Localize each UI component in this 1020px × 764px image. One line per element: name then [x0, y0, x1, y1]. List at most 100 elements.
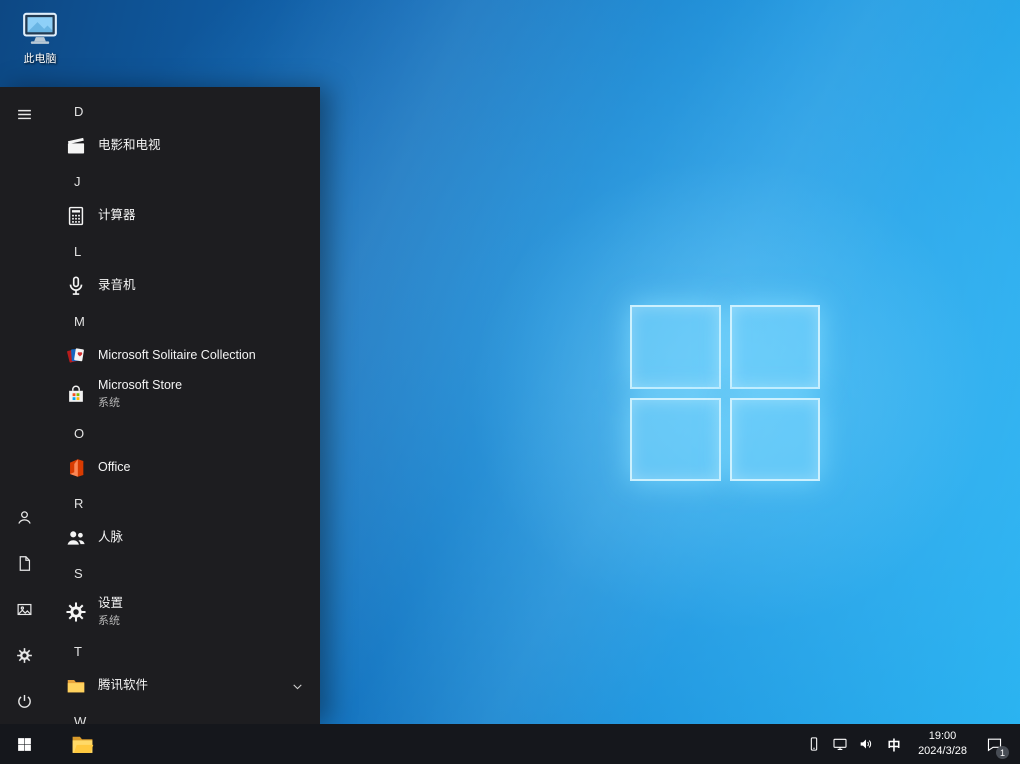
app-name: 设置 [98, 595, 124, 610]
app-text: Office [98, 460, 130, 476]
desktop-icon-label: 此电脑 [23, 53, 57, 65]
app-name: Office [98, 460, 131, 475]
app-item[interactable]: Microsoft Store 系统 [48, 373, 320, 415]
windows-logo-pane [630, 397, 721, 481]
app-item[interactable]: Office [48, 451, 320, 485]
voice-recorder-icon [64, 274, 88, 298]
app-item[interactable]: 录音机 [48, 269, 320, 303]
letter-header-S[interactable]: S [48, 555, 320, 591]
app-name: 录音机 [98, 278, 136, 293]
start-menu-rail [0, 87, 48, 724]
start-menu: D 电影和电视 J 计算器 L 录音机 M Microsoft Solitaire Colle… [0, 87, 320, 724]
letter-header-label: L [74, 243, 82, 259]
rail-power-button[interactable] [0, 678, 48, 724]
app-folder-icon [64, 674, 88, 698]
letter-header-label: T [74, 643, 82, 659]
start-button[interactable] [0, 724, 48, 764]
app-text: 人脉 [98, 530, 123, 546]
app-text: 计算器 [98, 208, 136, 224]
network-icon [832, 736, 848, 752]
taskbar-pinned-apps [62, 724, 102, 764]
gear-icon [16, 647, 33, 664]
wallpaper-windows-logo [630, 305, 820, 481]
app-item[interactable]: 计算器 [48, 199, 320, 233]
letter-header-R[interactable]: R [48, 485, 320, 521]
app-text: 腾讯软件 [98, 678, 148, 694]
input-method-indicator[interactable]: 中 [879, 724, 909, 764]
tray-network-button[interactable] [827, 724, 853, 764]
app-text: Microsoft Store 系统 [98, 378, 182, 411]
taskbar-file-explorer-button[interactable] [62, 724, 102, 764]
app-subtitle: 系统 [98, 615, 120, 628]
letter-header-label: D [74, 103, 84, 119]
windows-logo-pane [729, 397, 820, 481]
tray-device-button[interactable] [801, 724, 827, 764]
app-name: 腾讯软件 [98, 678, 149, 693]
letter-header-D[interactable]: D [48, 93, 320, 129]
settings-gear-icon [64, 600, 88, 624]
letter-header-O[interactable]: O [48, 415, 320, 451]
movies-tv-icon [64, 134, 88, 158]
taskbar-clock[interactable]: 19:00 2024/3/28 [909, 724, 976, 764]
rail-bottom-group [0, 494, 48, 724]
letter-header-label: W [74, 713, 87, 725]
taskbar: 中 19:00 2024/3/28 1 [0, 724, 1020, 764]
windows-logo-icon [16, 736, 33, 753]
app-name: 电影和电视 [98, 138, 161, 153]
power-icon [16, 693, 33, 710]
people-icon [64, 526, 88, 550]
tray-icons-group [801, 724, 879, 764]
letter-header-label: J [74, 173, 81, 189]
rail-pictures-button[interactable] [0, 586, 48, 632]
windows-logo-pane [630, 305, 721, 389]
desktop-icon-this-pc[interactable]: 此电脑 [10, 8, 70, 66]
app-text: 设置 系统 [98, 596, 123, 629]
start-menu-app-list: D 电影和电视 J 计算器 L 录音机 M Microsoft Solitaire Colle… [48, 87, 320, 724]
app-item[interactable]: 人脉 [48, 521, 320, 555]
tray-volume-button[interactable] [853, 724, 879, 764]
windows-logo-pane [729, 305, 820, 389]
rail-menu-button[interactable] [0, 91, 48, 137]
letter-header-L[interactable]: L [48, 233, 320, 269]
app-text: 录音机 [98, 278, 136, 294]
letter-header-label: M [74, 313, 85, 329]
app-item[interactable]: Microsoft Solitaire Collection [48, 339, 320, 373]
letter-header-W[interactable]: W [48, 703, 320, 725]
letter-header-J[interactable]: J [48, 163, 320, 199]
app-text: 电影和电视 [98, 138, 161, 154]
app-item[interactable]: 腾讯软件 [48, 669, 320, 703]
app-text: Microsoft Solitaire Collection [98, 348, 256, 364]
document-icon [16, 555, 33, 572]
chevron-down-icon [291, 680, 304, 693]
tray-device-icon [806, 736, 822, 752]
app-name: 人脉 [98, 530, 124, 545]
rail-user-button[interactable] [0, 494, 48, 540]
app-subtitle: 系统 [98, 397, 120, 410]
clock-date: 2024/3/28 [918, 745, 967, 757]
letter-header-label: O [74, 425, 85, 441]
clock-time: 19:00 [928, 730, 957, 743]
this-pc-icon [20, 8, 60, 48]
app-item[interactable]: 电影和电视 [48, 129, 320, 163]
app-name: Microsoft Solitaire Collection [98, 348, 256, 363]
letter-header-label: R [74, 495, 84, 511]
explorer-folder-icon [70, 732, 95, 757]
app-name: Microsoft Store [98, 377, 183, 392]
store-icon [64, 382, 88, 406]
pictures-icon [16, 601, 33, 618]
hamburger-icon [16, 106, 33, 123]
rail-documents-button[interactable] [0, 540, 48, 586]
volume-icon [858, 736, 874, 752]
letter-header-label: S [74, 565, 83, 581]
desktop-icons-area: 此电脑 [10, 8, 70, 66]
app-item[interactable]: 设置 系统 [48, 591, 320, 633]
letter-header-T[interactable]: T [48, 633, 320, 669]
notification-badge: 1 [996, 746, 1009, 759]
office-icon [64, 456, 88, 480]
solitaire-icon [64, 344, 88, 368]
rail-settings-button[interactable] [0, 632, 48, 678]
rail-top-group [0, 91, 48, 137]
user-icon [16, 509, 33, 526]
action-center-button[interactable]: 1 [976, 724, 1012, 764]
letter-header-M[interactable]: M [48, 303, 320, 339]
